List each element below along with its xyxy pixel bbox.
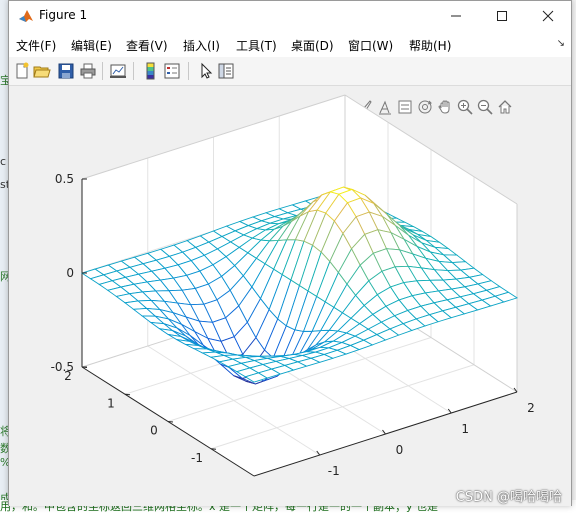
minimize-button[interactable] <box>433 1 479 31</box>
y-tick-label: 0 <box>150 424 158 438</box>
menu-bar: 文件(F) 编辑(E) 查看(V) 插入(I) 工具(T) 桌面(D) 窗口(W… <box>9 31 571 57</box>
toolbar-separator <box>133 62 134 80</box>
figure-canvas[interactable]: 0.5 0 -0.5 -1 0 1 2 2 1 0 -1 <box>9 86 571 506</box>
csdn-watermark: CSDN @喝哈喝哈 <box>455 490 562 505</box>
close-button[interactable] <box>525 1 571 31</box>
print-icon[interactable] <box>79 62 97 80</box>
menu-desktop[interactable]: 桌面(D) <box>291 37 334 54</box>
window-title: Figure 1 <box>39 8 88 22</box>
y-tick-label: 1 <box>107 396 115 410</box>
y-tick <box>81 366 88 368</box>
y-tick <box>124 393 131 396</box>
menu-edit[interactable]: 编辑(E) <box>71 37 112 54</box>
x-tick-label: 1 <box>461 422 469 436</box>
title-bar[interactable]: Figure 1 <box>9 1 571 31</box>
x-tick-label: 0 <box>396 443 404 457</box>
new-figure-icon[interactable] <box>13 62 31 80</box>
matlab-icon <box>19 10 33 22</box>
menu-insert[interactable]: 插入(I) <box>183 37 220 54</box>
menu-file[interactable]: 文件(F) <box>16 37 56 54</box>
menu-window[interactable]: 窗口(W) <box>348 37 393 54</box>
save-icon[interactable] <box>57 62 75 80</box>
property-inspector-icon[interactable] <box>217 62 235 80</box>
edit-plot-icon[interactable] <box>197 62 215 80</box>
menu-view[interactable]: 查看(V) <box>126 37 168 54</box>
z-tick-label: 0 <box>66 266 74 280</box>
maximize-icon <box>497 11 507 21</box>
figure-toolbar <box>9 57 571 86</box>
link-plot-icon[interactable] <box>109 62 127 80</box>
menu-tools[interactable]: 工具(T) <box>236 37 277 54</box>
y-tick-label: -1 <box>191 451 203 465</box>
x-tick-label: -1 <box>328 464 340 478</box>
menu-overflow-icon[interactable]: ↘ <box>557 38 565 49</box>
toolbar-separator <box>188 62 189 80</box>
y-tick <box>210 448 217 450</box>
minimize-icon <box>451 15 461 17</box>
insert-legend-icon[interactable] <box>163 62 181 80</box>
menu-help[interactable]: 帮助(H) <box>409 37 451 54</box>
maximize-button[interactable] <box>479 1 525 31</box>
x-tick-label: 2 <box>527 401 535 415</box>
bg-fragment: c <box>0 155 7 168</box>
insert-colorbar-icon[interactable] <box>142 62 160 80</box>
open-file-icon[interactable] <box>33 62 51 80</box>
y-tick <box>167 421 174 423</box>
figure-window: Figure 1 文件(F) 编辑(E) 查看(V) 插入(I) 工具(T) 桌… <box>8 0 572 506</box>
surface-plot[interactable]: 0.50-0.5-1012210-1 <box>9 86 571 506</box>
close-icon <box>542 10 554 22</box>
z-tick-label: 0.5 <box>55 172 74 186</box>
y-tick-label: 2 <box>64 369 72 383</box>
toolbar-separator <box>102 62 103 80</box>
